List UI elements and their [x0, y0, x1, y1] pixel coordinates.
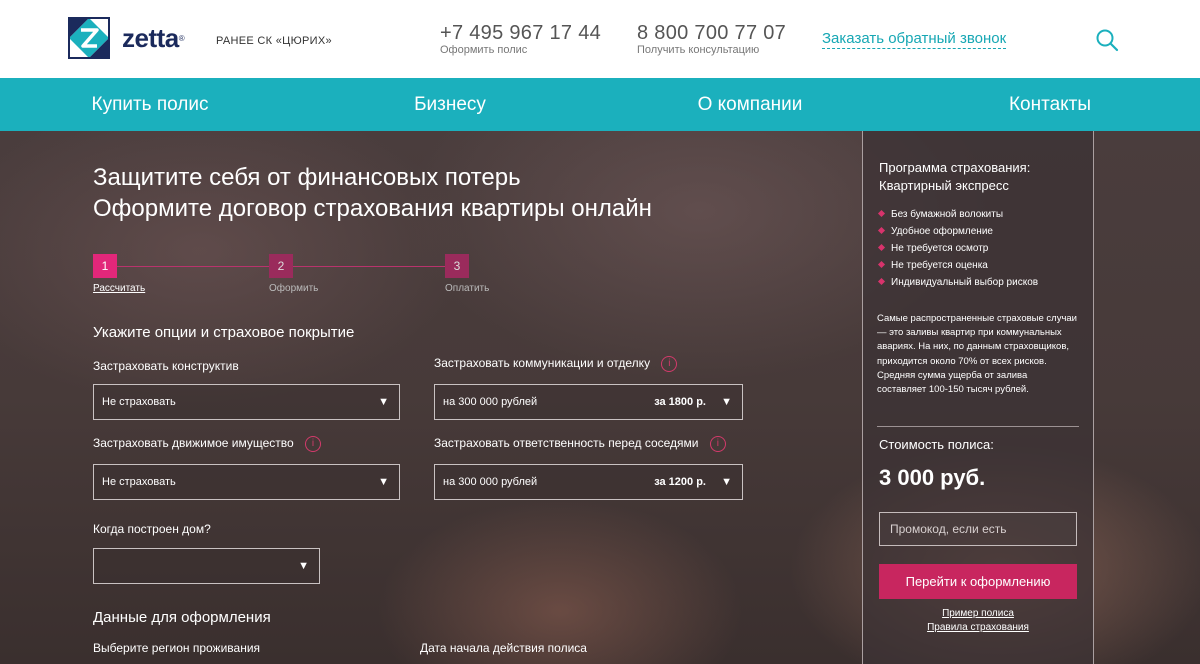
start-date-label: Дата начала действия полиса	[420, 641, 587, 655]
select-price: за 1200 р.	[654, 476, 706, 488]
structure-select[interactable]: Не страховать ▼	[93, 384, 400, 420]
insurance-rules-link[interactable]: Правила страхования	[863, 622, 1093, 633]
sample-policy-link[interactable]: Пример полиса	[863, 608, 1093, 619]
phone-number[interactable]: +7 495 967 17 44	[440, 22, 601, 44]
summary-panel: Программа страхования: Квартирный экспре…	[862, 131, 1094, 664]
built-year-select[interactable]: ▼	[93, 548, 320, 584]
movable-label: Застраховать движимое имущество	[93, 436, 294, 451]
chevron-down-icon: ▼	[378, 396, 389, 408]
nav-about[interactable]: О компании	[600, 78, 900, 131]
step-label: Оплатить	[445, 283, 490, 294]
program-name: Квартирный экспресс	[879, 178, 1009, 193]
comms-select[interactable]: на 300 000 рублей за 1800 р. ▼	[434, 384, 743, 420]
movable-label-row: Застраховать движимое имущество i	[93, 436, 322, 452]
phone-caption: Получить консультацию	[637, 44, 760, 56]
benefit-item: Не требуется осмотр	[879, 240, 1038, 257]
benefits-list: Без бумажной волокиты Удобное оформление…	[879, 206, 1038, 291]
registered-mark: ®	[178, 33, 185, 43]
former-name: РАНЕЕ СК «ЦЮРИХ»	[216, 35, 332, 47]
select-value: на 300 000 рублей	[443, 476, 538, 488]
liability-label: Застраховать ответственность перед сосед…	[434, 436, 699, 451]
select-value: Не страховать	[102, 396, 176, 408]
comms-label-row: Застраховать коммуникации и отделку i	[434, 356, 678, 372]
hero-title-line: Защитите себя от финансовых потерь	[93, 164, 521, 191]
movable-select[interactable]: Не страховать ▼	[93, 464, 400, 500]
step-number: 3	[445, 254, 469, 278]
cost-value: 3 000 руб.	[879, 465, 986, 490]
nav-business[interactable]: Бизнесу	[300, 78, 600, 131]
liability-select[interactable]: на 300 000 рублей за 1200 р. ▼	[434, 464, 743, 500]
benefit-item: Индивидуальный выбор рисков	[879, 274, 1038, 291]
callback-link[interactable]: Заказать обратный звонок	[822, 30, 1007, 49]
structure-label: Застраховать конструктив	[93, 359, 239, 373]
chevron-down-icon: ▼	[298, 560, 309, 572]
step-connector	[293, 266, 445, 267]
nav-contacts[interactable]: Контакты	[900, 78, 1200, 131]
search-icon[interactable]	[1095, 28, 1119, 52]
chevron-down-icon: ▼	[721, 396, 732, 408]
main-nav: Купить полис Бизнесу О компании Контакты	[0, 78, 1200, 131]
divider	[877, 426, 1079, 427]
program-description: Самые распространенные страховые случаи …	[877, 313, 1077, 396]
info-icon[interactable]: i	[709, 436, 726, 452]
step-connector	[117, 266, 269, 267]
select-value: Не страховать	[102, 476, 176, 488]
benefit-item: Удобное оформление	[879, 223, 1038, 240]
info-icon[interactable]: i	[305, 436, 322, 452]
step-pay[interactable]: 3 Оплатить	[445, 254, 489, 294]
zetta-logo-icon	[68, 17, 110, 59]
phone-caption: Оформить полис	[440, 44, 528, 56]
data-section-title: Данные для оформления	[93, 609, 271, 626]
step-label[interactable]: Рассчитать	[93, 283, 145, 294]
logo[interactable]: zetta ®	[68, 17, 185, 59]
hero-title: Защитите себя от финансовых потерь Оформ…	[93, 162, 652, 224]
phone-consult[interactable]: 8 800 700 77 07 Получить консультацию	[637, 22, 786, 57]
options-section-title: Укажите опции и страховое покрытие	[93, 324, 355, 341]
info-icon[interactable]: i	[661, 356, 678, 372]
phone-number[interactable]: 8 800 700 77 07	[637, 22, 786, 44]
logo-text: zetta	[122, 22, 179, 53]
liability-label-row: Застраховать ответственность перед сосед…	[434, 436, 726, 452]
chevron-down-icon: ▼	[721, 476, 732, 488]
nav-buy-policy[interactable]: Купить полис	[0, 78, 300, 131]
step-issue[interactable]: 2 Оформить	[269, 254, 318, 294]
promo-code-input[interactable]	[879, 512, 1077, 546]
program-title: Программа страхования: Квартирный экспре…	[879, 159, 1030, 195]
step-number: 1	[93, 254, 117, 278]
benefit-item: Без бумажной волокиты	[879, 206, 1038, 223]
chevron-down-icon: ▼	[378, 476, 389, 488]
hero-title-line: Оформите договор страхования квартиры он…	[93, 195, 652, 222]
program-title-line: Программа страхования:	[879, 160, 1031, 175]
step-label: Оформить	[269, 283, 319, 294]
built-label: Когда построен дом?	[93, 522, 211, 536]
step-number: 2	[269, 254, 293, 278]
comms-label: Застраховать коммуникации и отделку	[434, 356, 651, 371]
region-label: Выберите регион проживания	[93, 641, 261, 655]
step-calculate[interactable]: 1 Рассчитать	[93, 254, 145, 294]
benefit-item: Не требуется оценка	[879, 257, 1038, 274]
select-value: на 300 000 рублей	[443, 396, 538, 408]
cost-label: Стоимость полиса:	[879, 437, 994, 452]
select-price: за 1800 р.	[654, 396, 706, 408]
site-header: zetta ® РАНЕЕ СК «ЦЮРИХ» +7 495 967 17 4…	[0, 0, 1200, 78]
phone-policy[interactable]: +7 495 967 17 44 Оформить полис	[440, 22, 601, 57]
proceed-button[interactable]: Перейти к оформлению	[879, 564, 1077, 599]
